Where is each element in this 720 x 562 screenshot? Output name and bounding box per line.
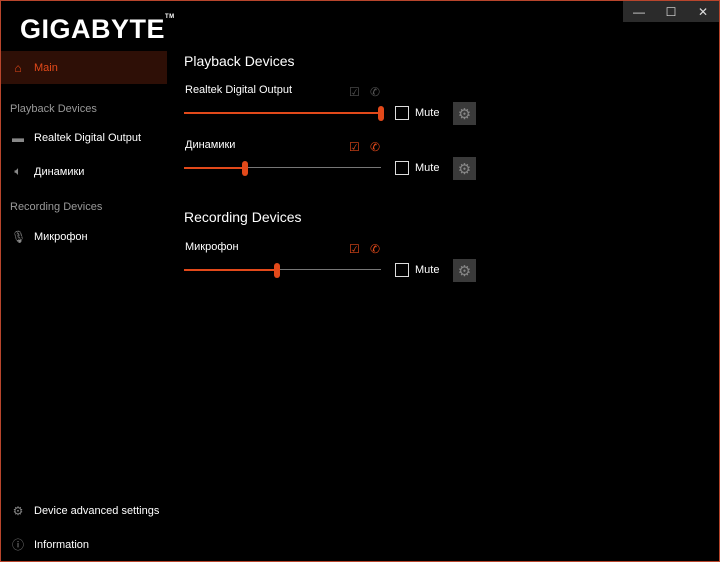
close-button[interactable]: ✕ bbox=[687, 1, 719, 22]
info-icon: ⓘ bbox=[11, 538, 24, 552]
playback-devices-title: Playback Devices bbox=[184, 53, 295, 69]
gear-icon: ⚙ bbox=[12, 503, 24, 518]
minimize-button[interactable]: — bbox=[623, 1, 655, 22]
slider-thumb[interactable] bbox=[273, 263, 280, 278]
communication-device-phone-icon[interactable]: ✆ bbox=[370, 242, 380, 256]
microphone-icon: 🎙︎ bbox=[11, 229, 27, 244]
sidebar-item-mikrofon[interactable]: 🎙︎ Микрофон bbox=[1, 220, 167, 253]
sidebar-item-information[interactable]: ⓘ Information bbox=[1, 528, 167, 561]
sidebar-item-label: Микрофон bbox=[34, 230, 88, 243]
gear-icon: ⚙ bbox=[457, 160, 472, 178]
slider-thumb[interactable] bbox=[378, 106, 384, 121]
home-icon: ⌂ bbox=[14, 60, 22, 75]
mute-label: Mute bbox=[415, 264, 440, 276]
volume-slider[interactable] bbox=[184, 161, 381, 176]
checkbox-box[interactable] bbox=[395, 106, 409, 120]
gigabyte-logo: GIGABYTETM bbox=[20, 14, 175, 44]
sidebar-item-dinamiki[interactable]: 🔈︎ Динамики bbox=[1, 155, 167, 188]
sidebar-item-advanced-settings[interactable]: ⚙ Device advanced settings bbox=[1, 494, 167, 527]
mute-checkbox[interactable]: Mute bbox=[395, 161, 439, 175]
sidebar-item-label: Динамики bbox=[34, 165, 85, 178]
slider-fill bbox=[184, 269, 277, 271]
device-name: Realtek Digital Output bbox=[185, 84, 292, 96]
default-device-checkbox-icon[interactable]: ☑ bbox=[349, 242, 360, 256]
sidebar-item-label: Information bbox=[34, 538, 90, 551]
digital-output-icon: ▬ bbox=[12, 130, 24, 145]
device-name: Микрофон bbox=[185, 241, 239, 253]
device-settings-button[interactable]: ⚙ bbox=[453, 157, 476, 180]
communication-device-phone-icon[interactable]: ✆ bbox=[370, 140, 380, 154]
sidebar-heading-recording: Recording Devices bbox=[10, 201, 103, 213]
volume-slider[interactable] bbox=[184, 263, 381, 278]
default-device-checkbox-icon[interactable]: ☑ bbox=[349, 85, 360, 99]
mute-label: Mute bbox=[415, 162, 440, 174]
mute-checkbox[interactable]: Mute bbox=[395, 106, 439, 120]
checkbox-box[interactable] bbox=[395, 263, 409, 277]
sidebar-item-realtek[interactable]: ▬ Realtek Digital Output bbox=[1, 121, 167, 154]
communication-device-phone-icon[interactable]: ✆ bbox=[370, 85, 380, 99]
logo-text: GIGABYTE bbox=[20, 14, 166, 44]
slider-thumb[interactable] bbox=[242, 161, 249, 176]
device-settings-button[interactable]: ⚙ bbox=[453, 102, 476, 125]
default-device-checkbox-icon[interactable]: ☑ bbox=[349, 140, 360, 154]
slider-fill bbox=[184, 112, 381, 114]
mute-checkbox[interactable]: Mute bbox=[395, 263, 439, 277]
window-border bbox=[0, 0, 720, 562]
window-controls: — ☐ ✕ bbox=[623, 1, 719, 22]
slider-fill bbox=[184, 167, 246, 169]
sidebar-item-label: Main bbox=[34, 61, 58, 74]
mute-label: Mute bbox=[415, 107, 440, 119]
sidebar-item-main[interactable]: ⌂ Main bbox=[1, 51, 167, 84]
device-settings-button[interactable]: ⚙ bbox=[453, 259, 476, 282]
recording-devices-title: Recording Devices bbox=[184, 209, 302, 225]
checkbox-box[interactable] bbox=[395, 161, 409, 175]
sidebar-item-label: Device advanced settings bbox=[34, 504, 160, 517]
gear-icon: ⚙ bbox=[457, 262, 472, 280]
gear-icon: ⚙ bbox=[457, 105, 472, 123]
volume-slider[interactable] bbox=[184, 106, 384, 121]
sidebar-heading-playback: Playback Devices bbox=[10, 103, 97, 115]
speaker-icon: 🔈︎ bbox=[14, 164, 22, 178]
sidebar-item-label: Realtek Digital Output bbox=[34, 131, 141, 144]
maximize-button[interactable]: ☐ bbox=[655, 1, 687, 22]
device-name: Динамики bbox=[185, 139, 236, 151]
